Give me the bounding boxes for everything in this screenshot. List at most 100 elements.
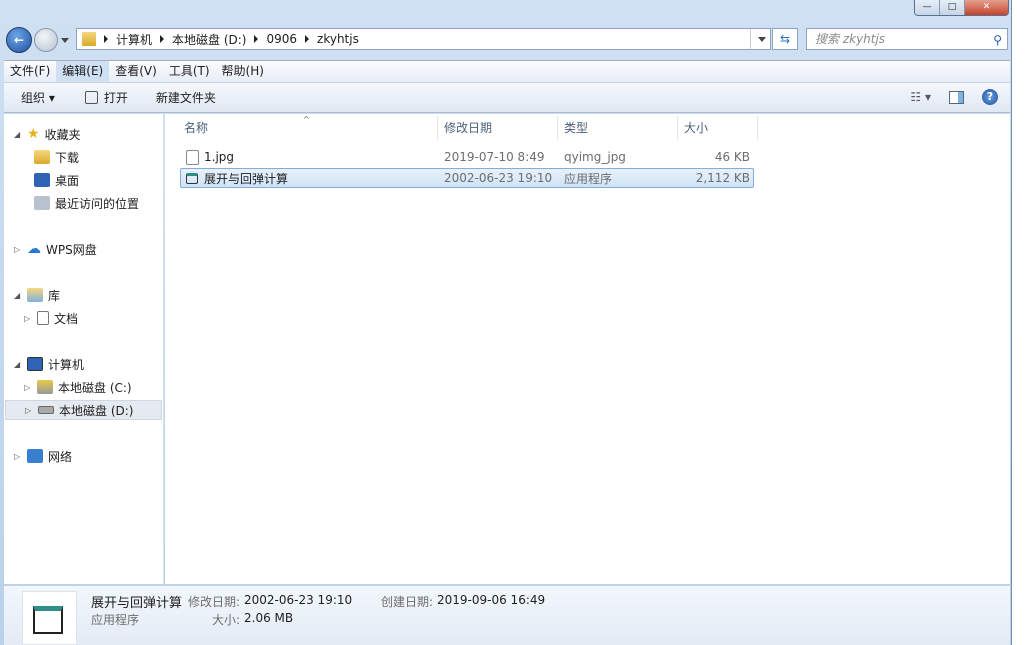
- search-icon[interactable]: ⚲: [993, 30, 1002, 50]
- details-name: 展开与回弹计算: [91, 596, 183, 611]
- sidebar-item-downloads[interactable]: 下载: [34, 147, 79, 167]
- nav-buttons: ←: [6, 27, 69, 53]
- sidebar-item-recent[interactable]: 最近访问的位置: [34, 193, 139, 213]
- label: 库: [48, 288, 61, 303]
- breadcrumb-0906[interactable]: 0906: [254, 32, 297, 46]
- label: 文档: [54, 311, 79, 326]
- file-name: 1.jpg: [204, 150, 235, 164]
- star-icon: ★: [27, 126, 40, 142]
- application-icon: [33, 606, 63, 634]
- network-icon: [27, 449, 43, 463]
- search-input[interactable]: 搜索 zkyhtjs ⚲: [806, 28, 1008, 50]
- breadcrumb-zkyhtjs[interactable]: zkyhtjs: [305, 32, 359, 46]
- back-button[interactable]: ←: [6, 27, 32, 53]
- label: WPS网盘: [46, 242, 97, 257]
- column-header-size[interactable]: 大小: [678, 116, 758, 140]
- recent-pages-dropdown-icon[interactable]: [61, 37, 69, 43]
- sidebar-item-library[interactable]: ◢ 库: [14, 285, 60, 305]
- label: 本地磁盘 (C:): [58, 380, 132, 395]
- refresh-button[interactable]: ⇆: [772, 28, 798, 50]
- drive-d-icon: [38, 406, 54, 414]
- label: 计算机: [48, 357, 85, 372]
- menu-tools[interactable]: 工具(T): [163, 61, 216, 82]
- recent-places-icon: [34, 196, 50, 210]
- file-date: 2002-06-23 19:10: [444, 171, 553, 185]
- file-name: 展开与回弹计算: [204, 171, 289, 186]
- size-label: 大小:: [212, 613, 241, 627]
- label: 网络: [48, 449, 73, 464]
- new-folder-button[interactable]: 新建文件夹: [156, 89, 216, 106]
- library-icon: [27, 288, 43, 302]
- breadcrumb-computer[interactable]: 计算机: [104, 31, 152, 48]
- size-value: 2.06 MB: [244, 611, 294, 625]
- address-dropdown-button[interactable]: [750, 29, 770, 49]
- menu-view[interactable]: 查看(V): [109, 61, 163, 82]
- sidebar-item-drive-c[interactable]: ▷ 本地磁盘 (C:): [24, 377, 132, 397]
- menu-file[interactable]: 文件(F): [4, 61, 56, 82]
- column-header-name[interactable]: 名称 ^: [178, 115, 438, 140]
- file-date: 2019-07-10 8:49: [444, 150, 545, 164]
- app-icon: [84, 91, 98, 104]
- window-controls: — □ ✕: [914, 0, 1009, 16]
- organize-button[interactable]: 组织 ▾: [21, 89, 55, 106]
- address-bar[interactable]: 计算机 本地磁盘 (D:) 0906 zkyhtjs: [76, 28, 771, 50]
- application-icon: [186, 172, 198, 184]
- sidebar-item-wps[interactable]: ▷ ☁ WPS网盘: [14, 239, 97, 259]
- details-pane: 展开与回弹计算 应用程序 修改日期: 2002-06-23 19:10 创建日期…: [4, 585, 1010, 645]
- label: 最近访问的位置: [55, 196, 140, 211]
- label: 桌面: [55, 173, 80, 188]
- modified-value: 2002-06-23 19:10: [244, 593, 353, 607]
- file-type: qyimg_jpg: [564, 150, 626, 164]
- file-type: 应用程序: [564, 171, 613, 186]
- navigation-pane: ◢ ★ 收藏夹 下载 桌面 最近访问的位置 ▷ ☁ WPS网盘 ◢ 库 ▷ 文档 ◢ 计算机 …: [4, 114, 164, 584]
- forward-button[interactable]: [34, 28, 58, 52]
- view-options-icon[interactable]: ☷ ▾: [910, 90, 931, 104]
- image-file-icon: [186, 149, 199, 165]
- menu-bar: 文件(F) 编辑(E) 查看(V) 工具(T) 帮助(H): [4, 60, 1010, 82]
- chevron-down-icon: [758, 36, 766, 42]
- downloads-icon: [34, 150, 50, 164]
- label: 收藏夹: [44, 127, 81, 142]
- sidebar-item-drive-d[interactable]: ▷ 本地磁盘 (D:): [5, 400, 162, 420]
- close-button[interactable]: ✕: [965, 0, 1008, 15]
- cloud-icon: ☁: [27, 241, 41, 257]
- file-list: 名称 ^ 修改日期 类型 大小 1.jpg 2019-07-10 8:49 qyi…: [165, 114, 1010, 584]
- sidebar-item-network[interactable]: ▷ 网络: [14, 446, 72, 466]
- created-value: 2019-09-06 16:49: [437, 593, 546, 607]
- file-thumbnail: [22, 591, 77, 645]
- organize-label: 组织 ▾: [21, 91, 55, 105]
- sidebar-item-documents[interactable]: ▷ 文档: [24, 308, 78, 328]
- menu-help[interactable]: 帮助(H): [216, 61, 270, 82]
- open-label: 打开: [103, 91, 128, 105]
- maximize-button[interactable]: □: [940, 0, 965, 15]
- label: 下载: [55, 150, 80, 165]
- document-icon: [37, 311, 49, 325]
- created-label: 创建日期:: [381, 595, 434, 609]
- menu-edit[interactable]: 编辑(E): [56, 61, 110, 82]
- sidebar-item-desktop[interactable]: 桌面: [34, 170, 79, 190]
- column-header-date[interactable]: 修改日期: [438, 116, 558, 140]
- sidebar-item-favorites[interactable]: ◢ ★ 收藏夹: [14, 124, 81, 144]
- column-header-type[interactable]: 类型: [558, 116, 678, 140]
- help-icon[interactable]: ?: [982, 89, 998, 105]
- label: 本地磁盘 (D:): [59, 403, 134, 418]
- file-size: 2,112 KB: [695, 171, 750, 185]
- file-row[interactable]: 1.jpg 2019-07-10 8:49 qyimg_jpg 46 KB: [180, 147, 754, 167]
- modified-label: 修改日期:: [188, 595, 241, 609]
- drive-c-icon: [37, 380, 53, 394]
- explorer-window: — □ ✕ ← 计算机 本地磁盘 (D:) 0906 zkyhtjs ⇆ 搜索 …: [0, 0, 1012, 645]
- preview-pane-icon[interactable]: [949, 90, 964, 104]
- label: 名称: [184, 121, 209, 135]
- command-bar: 组织 ▾ 打开 新建文件夹 ☷ ▾ ?: [4, 82, 1010, 113]
- file-row-selected[interactable]: 展开与回弹计算 2002-06-23 19:10 应用程序 2,112 KB: [180, 168, 754, 188]
- sort-ascending-icon: ^: [303, 115, 310, 124]
- minimize-button[interactable]: —: [915, 0, 940, 15]
- file-size: 46 KB: [714, 150, 750, 164]
- sidebar-item-computer[interactable]: ◢ 计算机: [14, 354, 84, 374]
- computer-icon: [27, 357, 43, 371]
- open-button[interactable]: 打开: [84, 89, 128, 106]
- breadcrumb-drive-d[interactable]: 本地磁盘 (D:): [160, 31, 246, 48]
- folder-icon: [82, 32, 96, 46]
- details-type: 应用程序: [91, 613, 140, 627]
- new-folder-label: 新建文件夹: [155, 91, 216, 105]
